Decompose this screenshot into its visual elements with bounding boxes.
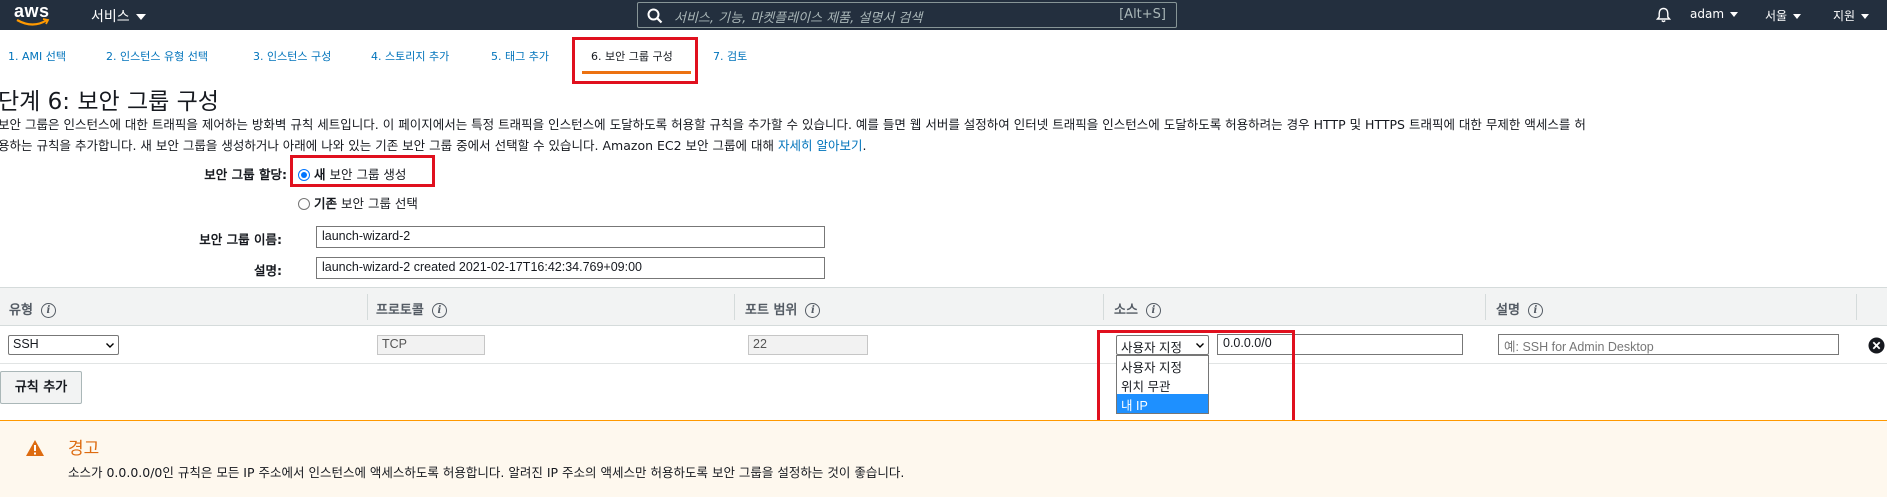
warning-title: 경고 (68, 439, 100, 459)
description-line-2: 용하는 규칙을 추가합니다. 새 보안 그룹을 생성하거나 아래에 나와 있는 … (0, 135, 1887, 156)
support-menu[interactable]: 지원 (1833, 7, 1870, 24)
step-configure-instance[interactable]: 3. 인스턴스 구성 (253, 48, 331, 64)
header-description-label: 설명 (1496, 303, 1520, 318)
annotation-highlight-source (1097, 330, 1295, 427)
header-port-range: 포트 범위 i (745, 299, 821, 318)
type-select[interactable]: SSH (8, 335, 119, 355)
rule-description-input[interactable]: 예: SSH for Admin Desktop (1498, 334, 1839, 355)
step-review[interactable]: 7. 검토 (713, 48, 747, 64)
header-protocol-label: 프로토콜 (376, 303, 424, 318)
radio-select-existing-text: 보안 그룹 선택 (337, 196, 418, 211)
header-protocol: 프로토콜 i (376, 299, 447, 318)
aws-logo[interactable]: aws (14, 2, 62, 28)
services-menu[interactable]: 서비스 (91, 6, 146, 26)
aws-smile-icon (16, 18, 50, 26)
description-line-1: 보안 그룹은 인스턴스에 대한 트래픽을 제어하는 방화벽 규칙 세트입니다. … (0, 117, 1586, 132)
user-menu[interactable]: adam (1690, 7, 1739, 21)
radio-select-existing-bold: 기존 (314, 196, 338, 211)
services-label: 서비스 (91, 9, 130, 25)
warning-icon (26, 440, 44, 456)
learn-more-link[interactable]: 자세히 알아보기 (778, 138, 862, 153)
caret-down-icon (1793, 14, 1802, 19)
rules-table-header: 유형 i 프로토콜 i 포트 범위 i 소스 i 설명 i (0, 287, 1887, 326)
header-type: 유형 i (9, 299, 56, 318)
search-placeholder: 서비스, 기능, 마켓플레이스 제품, 설명서 검색 (674, 11, 923, 26)
info-icon[interactable]: i (1145, 303, 1161, 318)
add-rule-button[interactable]: 규칙 추가 (0, 371, 82, 404)
search-shortcut: [Alt+S] (1119, 7, 1166, 22)
info-icon[interactable]: i (431, 303, 447, 318)
search-input[interactable]: 서비스, 기능, 마켓플레이스 제품, 설명서 검색 [Alt+S] (637, 2, 1177, 28)
header-type-label: 유형 (9, 303, 33, 318)
step-add-storage[interactable]: 4. 스토리지 추가 (371, 48, 449, 64)
info-icon[interactable]: i (40, 303, 56, 318)
header-description: 설명 i (1496, 299, 1543, 318)
chevron-down-icon (106, 343, 114, 348)
radio-select-existing-button[interactable] (298, 198, 310, 210)
assign-security-group-label: 보안 그룹 할당: (204, 167, 287, 182)
type-select-value: SSH (13, 337, 39, 351)
description-text: 용하는 규칙을 추가합니다. 새 보안 그룹을 생성하거나 아래에 나와 있는 … (0, 138, 778, 153)
info-icon[interactable]: i (805, 303, 821, 318)
support-label: 지원 (1833, 9, 1856, 23)
column-separator (1856, 294, 1857, 320)
warning-text: 소스가 0.0.0.0/0인 규칙은 모든 IP 주소에서 인스턴스에 액세스하… (68, 465, 905, 480)
security-group-name-label: 보안 그룹 이름: (199, 232, 282, 247)
caret-down-icon (1730, 12, 1739, 17)
header-source-label: 소스 (1114, 303, 1138, 318)
radio-select-existing[interactable]: 기존 보안 그룹 선택 (298, 193, 418, 212)
header-port-range-label: 포트 범위 (745, 303, 798, 318)
security-group-name-input[interactable]: launch-wizard-2 (316, 226, 825, 248)
page-title: 단계 6: 보안 그룹 구성 (0, 89, 219, 115)
info-icon[interactable]: i (1527, 303, 1543, 318)
description-end: . (862, 138, 867, 153)
search-icon (647, 8, 663, 24)
step-ami[interactable]: 1. AMI 선택 (8, 48, 66, 64)
bell-icon[interactable] (1656, 7, 1671, 23)
column-separator (367, 294, 368, 320)
top-navigation-bar: aws 서비스 서비스, 기능, 마켓플레이스 제품, 설명서 검색 [Alt+… (0, 0, 1887, 30)
wizard-steps: 1. AMI 선택 2. 인스턴스 유형 선택 3. 인스턴스 구성 4. 스토… (0, 30, 1887, 75)
remove-rule-icon[interactable] (1868, 337, 1885, 354)
annotation-highlight-step (572, 37, 698, 84)
user-name: adam (1690, 7, 1725, 21)
caret-down-icon (1861, 14, 1870, 19)
protocol-field: TCP (377, 335, 485, 355)
warning-alert: 경고 소스가 0.0.0.0/0인 규칙은 모든 IP 주소에서 인스턴스에 액… (0, 420, 1887, 497)
step-instance-type[interactable]: 2. 인스턴스 유형 선택 (106, 48, 208, 64)
region-name: 서울 (1765, 9, 1788, 23)
step-add-tags[interactable]: 5. 태그 추가 (491, 48, 549, 64)
security-group-description-label: 설명: (254, 263, 282, 278)
page-description: 보안 그룹은 인스턴스에 대한 트래픽을 제어하는 방화벽 규칙 세트입니다. … (0, 114, 1887, 156)
column-separator (734, 294, 735, 320)
security-group-description-input[interactable]: launch-wizard-2 created 2021-02-17T16:42… (316, 257, 825, 279)
region-menu[interactable]: 서울 (1765, 7, 1802, 24)
column-separator (1485, 294, 1486, 320)
caret-down-icon (135, 14, 146, 20)
header-source: 소스 i (1114, 299, 1161, 318)
column-separator (1103, 294, 1104, 320)
port-range-field: 22 (748, 335, 868, 355)
annotation-highlight-radio (290, 155, 435, 187)
